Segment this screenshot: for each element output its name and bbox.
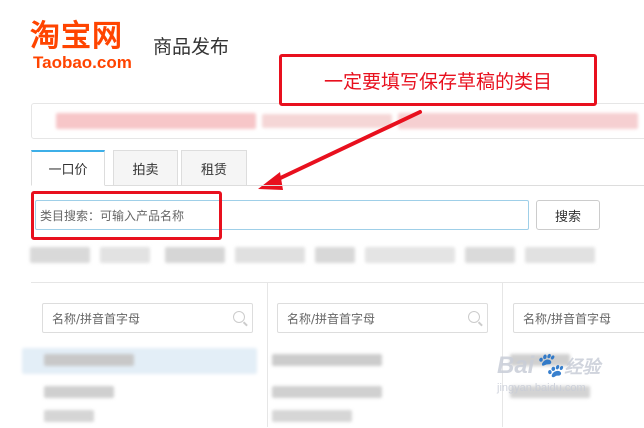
watermark-url: jingyan.baidu.com: [497, 382, 586, 394]
search-icon: [233, 311, 245, 323]
filter-placeholder: 名称/拼音首字母: [523, 311, 612, 326]
tab-rental[interactable]: 租赁: [181, 150, 247, 186]
category-list-1: [22, 348, 262, 427]
category-filter-input-1[interactable]: 名称/拼音首字母: [42, 303, 253, 333]
watermark-suffix: 经验: [564, 357, 601, 377]
category-filter-input-3[interactable]: 名称/拼音首字母: [513, 303, 644, 333]
category-list-2: [272, 348, 497, 427]
watermark-brand: Bai: [497, 352, 535, 379]
paw-icon: 🐾: [534, 352, 565, 379]
tab-auction[interactable]: 拍卖: [113, 150, 178, 186]
filter-placeholder: 名称/拼音首字母: [52, 311, 141, 326]
search-button[interactable]: 搜索: [536, 200, 600, 230]
column-divider: [267, 282, 268, 427]
annotation-highlight-box: [31, 191, 222, 240]
tab-fixed-price[interactable]: 一口价: [31, 150, 105, 186]
search-icon: [468, 311, 480, 323]
filter-placeholder: 名称/拼音首字母: [287, 311, 376, 326]
blurred-breadcrumb: [30, 243, 600, 267]
baidu-watermark: Bai🐾经验 jingyan.baidu.com: [497, 352, 637, 412]
category-filter-input-2[interactable]: 名称/拼音首字母: [277, 303, 488, 333]
